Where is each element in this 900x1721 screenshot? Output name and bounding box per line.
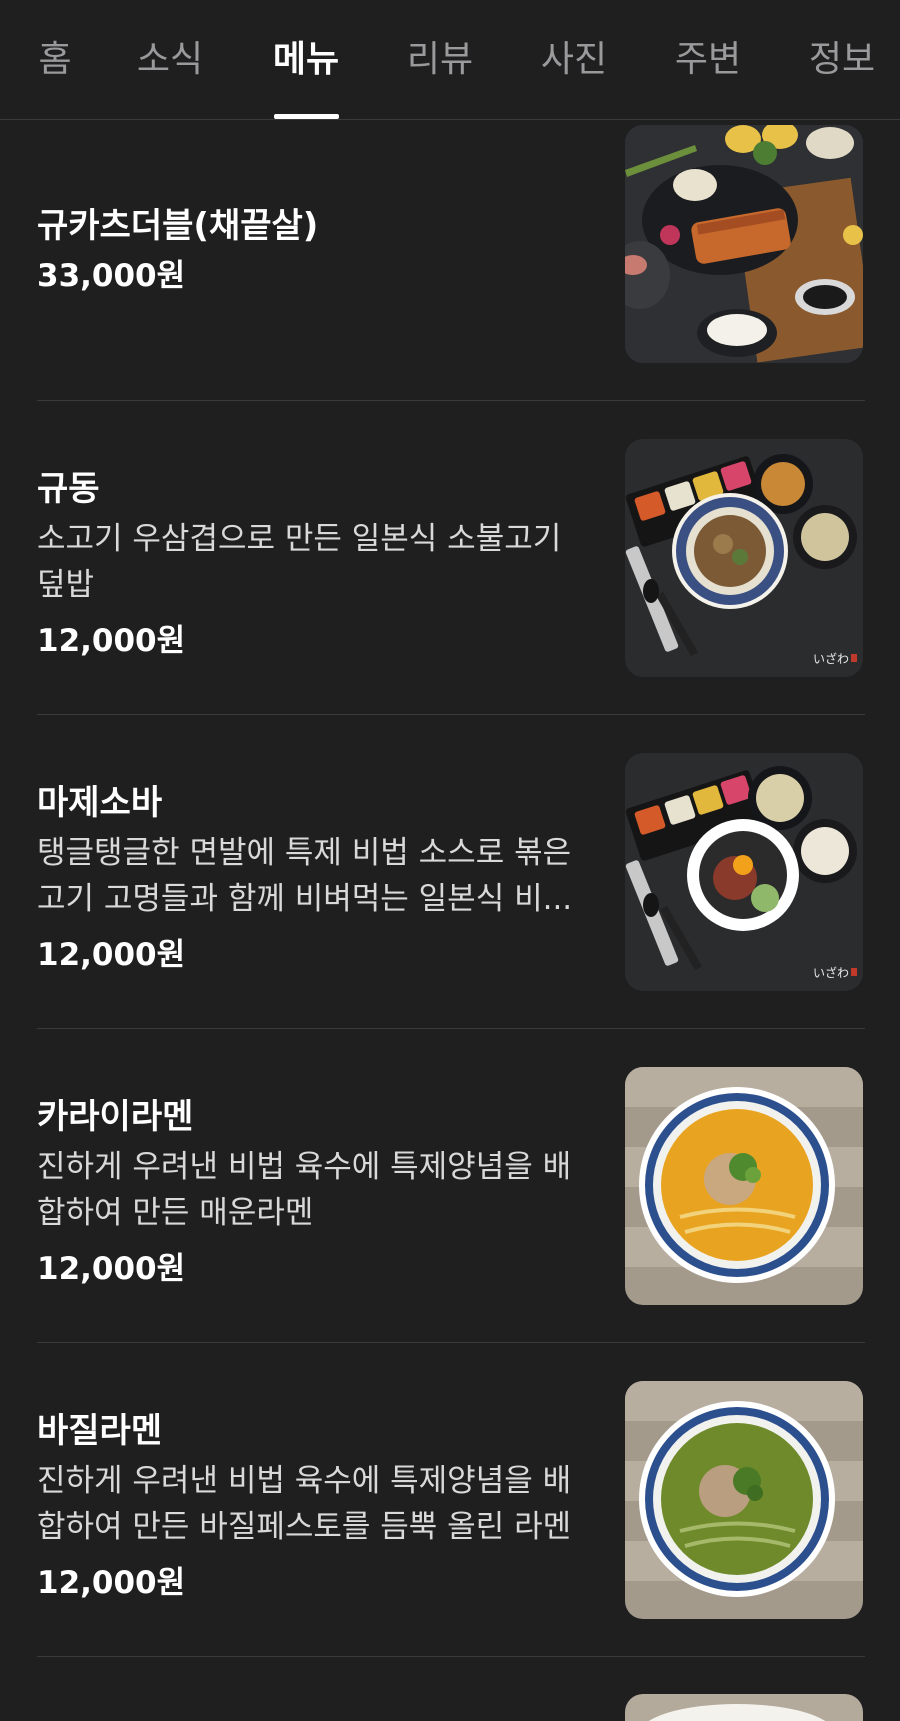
menu-item[interactable]: 바질라멘 진하게 우려낸 비법 육수에 특제양념을 배합하여 만든 바질페스토를…: [37, 1343, 865, 1656]
tab-news[interactable]: 소식: [130, 40, 210, 80]
menu-item[interactable]: 규카츠더블(채끝살) 33,000원: [37, 120, 865, 400]
image-caption: いざわ: [813, 651, 849, 666]
menu-item-price: 33,000원: [37, 258, 186, 294]
menu-item-name: 바질라멘: [37, 1411, 163, 1451]
next-item-photo-icon: [625, 1694, 863, 1721]
menu-item[interactable]: 마제소바 탱글탱글한 면발에 특제 비법 소스로 볶은 고기 고명들과 함께 비…: [37, 715, 865, 1028]
menu-item-name: 마제소바: [37, 783, 163, 823]
tab-info[interactable]: 정보: [800, 40, 884, 80]
menu-item-price: 12,000원: [37, 1565, 186, 1601]
menu-item-price: 12,000원: [37, 1251, 186, 1287]
menu-item-price: 12,000원: [37, 937, 186, 973]
menu-item-name: 규동: [37, 469, 100, 509]
tab-bar: 홈 소식 메뉴 리뷰 사진 주변 정보: [0, 0, 900, 120]
tab-reviews[interactable]: 리뷰: [398, 40, 482, 80]
menu-item-description: 진하게 우려낸 비법 육수에 특제양념을 배합하여 만든 매운라멘: [37, 1149, 572, 1231]
menu-item[interactable]: 카라이라멘 진하게 우려낸 비법 육수에 특제양념을 배합하여 만든 매운라멘 …: [37, 1029, 865, 1342]
menu-item-description: 탱글탱글한 면발에 특제 비법 소스로 볶은 고기 고명들과 함께 비벼먹는 일…: [37, 835, 573, 917]
basil-ramen-photo-icon: [625, 1381, 863, 1619]
tab-home[interactable]: 홈: [20, 40, 90, 80]
tab-nearby[interactable]: 주변: [666, 40, 750, 80]
menu-item-name: 카라이라멘: [37, 1097, 194, 1137]
image-caption: いざわ: [813, 965, 849, 980]
tab-photos[interactable]: 사진: [532, 40, 616, 80]
karai-ramen-photo-icon: [625, 1067, 863, 1305]
divider: [37, 1656, 865, 1657]
menu-item-price: 12,000원: [37, 623, 186, 659]
menu-item-description: 소고기 우삼겹으로 만든 일본식 소불고기 덮밥: [37, 521, 562, 603]
menu-item-name: 규카츠더블(채끝살): [37, 206, 319, 246]
gyukatsu-photo-icon: [625, 125, 863, 363]
menu-item[interactable]: 규동 소고기 우삼겹으로 만든 일본식 소불고기 덮밥 12,000원 いざわ: [37, 401, 865, 714]
active-tab-indicator: [274, 114, 339, 119]
tab-menu[interactable]: 메뉴: [264, 40, 348, 80]
gyudon-photo-icon: いざわ: [625, 439, 863, 677]
menu-item-description: 진하게 우려낸 비법 육수에 특제양념을 배합하여 만든 바질페스토를 듬뿍 올…: [37, 1463, 572, 1545]
mazesoba-photo-icon: いざわ: [625, 753, 863, 991]
